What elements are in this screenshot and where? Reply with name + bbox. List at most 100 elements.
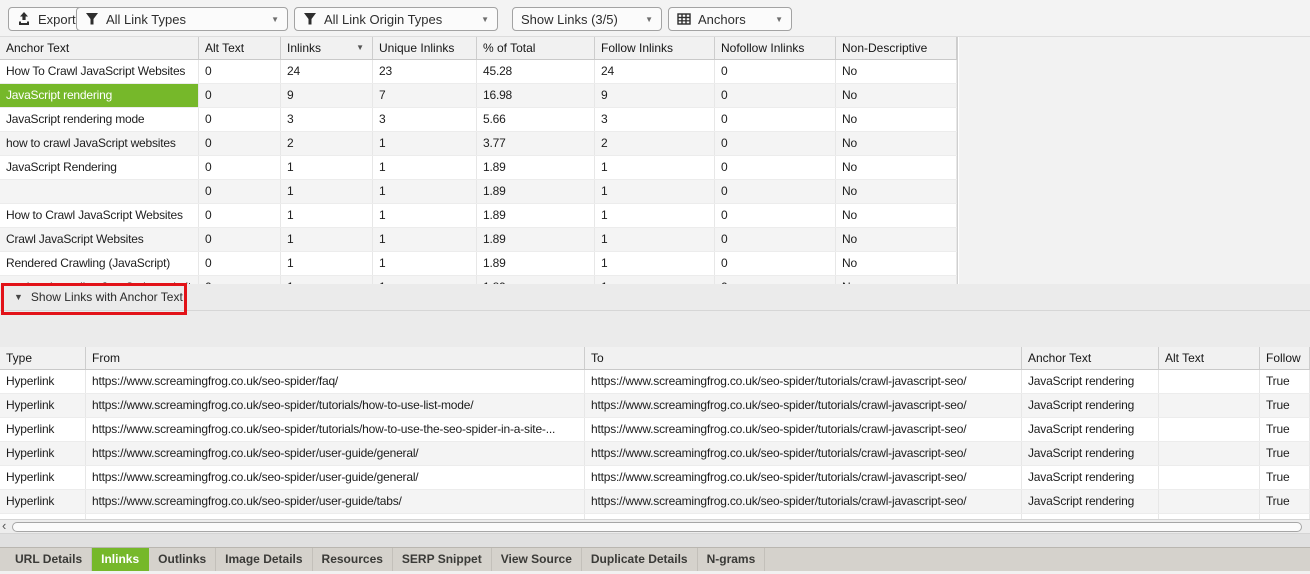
- table-row[interactable]: 0 1 1 1.89 1 0 No: [0, 180, 957, 204]
- column-header-label: % of Total: [483, 41, 536, 55]
- table-row[interactable]: JavaScript Rendering 0 1 1 1.89 1 0 No: [0, 156, 957, 180]
- link-types-value: All Link Types: [106, 11, 186, 27]
- link-origin-types-dropdown[interactable]: All Link Origin Types ▼: [294, 7, 498, 31]
- cell: True: [1260, 466, 1310, 489]
- cell: 3.77: [477, 132, 595, 155]
- cell: 2: [595, 132, 715, 155]
- cell: 1: [373, 132, 477, 155]
- column-header-label: Anchor Text: [1028, 351, 1092, 365]
- cell: No: [836, 180, 957, 203]
- column-header-non-descriptive[interactable]: Non-Descriptive: [836, 37, 957, 59]
- show-links-with-anchor-text-expander[interactable]: ▼ Show Links with Anchor Text: [0, 283, 1310, 315]
- table-row[interactable]: Hyperlinkhttps://www.screamingfrog.co.uk…: [0, 442, 1310, 466]
- cell: https://www.screamingfrog.co.uk/seo-spid…: [86, 394, 585, 417]
- cell: 1: [281, 252, 373, 275]
- table-row[interactable]: Rendered Crawling (JavaScript) 0 1 1 1.89 1 0 N…: [0, 252, 957, 276]
- cell: 1: [373, 228, 477, 251]
- tab-serp-snippet[interactable]: SERP Snippet: [393, 548, 492, 571]
- column-header-inlinks[interactable]: Inlinks ▼: [281, 37, 373, 59]
- cell: 1.89: [477, 156, 595, 179]
- table-row[interactable]: JavaScript rendering 0 9 7 16.98 9 0 No: [0, 84, 957, 108]
- scrollbar-thumb[interactable]: [12, 522, 1302, 532]
- chevron-down-icon: ▼: [271, 14, 279, 24]
- table-row[interactable]: JavaScript rendering mode 0 3 3 5.66 3 0 No: [0, 108, 957, 132]
- tab-image-details[interactable]: Image Details: [216, 548, 313, 571]
- tab-outlinks[interactable]: Outlinks: [149, 548, 217, 571]
- seo-spider-lower-window: Export All Link Types ▼ All Link Origin …: [0, 0, 1310, 574]
- table-row[interactable]: Hyperlinkhttps://www.screamingfrog.co.uk…: [0, 490, 1310, 514]
- cell: 0: [199, 204, 281, 227]
- cell: [0, 180, 199, 203]
- cell: https://www.screamingfrog.co.uk/seo-spid…: [86, 442, 585, 465]
- table-row[interactable]: Crawl JavaScript Websites 0 1 1 1.89 1 0 No: [0, 228, 957, 252]
- toolbar: Export All Link Types ▼ All Link Origin …: [0, 0, 1310, 37]
- cell: JavaScript rendering: [1022, 490, 1159, 513]
- cell: 1: [281, 156, 373, 179]
- column-header-anchor-text[interactable]: Anchor Text: [1022, 347, 1159, 369]
- links-expander-panel: ▼ Show Links with Anchor Text: [0, 283, 1310, 347]
- tab-resources[interactable]: Resources: [313, 548, 393, 571]
- sort-desc-icon: ▼: [356, 43, 364, 52]
- table-row[interactable]: How to Crawl JavaScript Websites 0 1 1 1.89 1…: [0, 204, 957, 228]
- filter-icon: [86, 13, 98, 25]
- cell: True: [1260, 442, 1310, 465]
- export-button[interactable]: Export: [8, 7, 85, 31]
- tab-url-details[interactable]: URL Details: [6, 548, 93, 571]
- column-header-follow-inlinks[interactable]: Follow Inlinks: [595, 37, 715, 59]
- cell: 1: [595, 252, 715, 275]
- cell: [1159, 442, 1260, 465]
- cell: 16.98: [477, 84, 595, 107]
- tab-inlinks[interactable]: Inlinks: [92, 548, 150, 571]
- expander-label: Show Links with Anchor Text: [30, 290, 183, 304]
- chevron-down-icon: ▼: [645, 14, 653, 24]
- cell: [1159, 466, 1260, 489]
- column-header-nofollow-inlinks[interactable]: Nofollow Inlinks: [715, 37, 836, 59]
- column-header-to[interactable]: To: [585, 347, 1022, 369]
- cell: 0: [715, 204, 836, 227]
- cell: 0: [715, 132, 836, 155]
- column-header-anchor-text[interactable]: Anchor Text: [0, 37, 199, 59]
- column-header-follow[interactable]: Follow: [1260, 347, 1310, 369]
- tab-n-grams[interactable]: N-grams: [698, 548, 766, 571]
- cell: 1: [373, 180, 477, 203]
- tab-view-source[interactable]: View Source: [492, 548, 582, 571]
- column-header-from[interactable]: From: [86, 347, 585, 369]
- table-row[interactable]: Hyperlinkhttps://www.screamingfrog.co.uk…: [0, 370, 1310, 394]
- anchors-view-dropdown[interactable]: Anchors ▼: [668, 7, 792, 31]
- cell: 1: [595, 180, 715, 203]
- cell: No: [836, 276, 957, 284]
- horizontal-scrollbar[interactable]: ‹: [0, 518, 1310, 534]
- table-row[interactable]: Hyperlinkhttps://www.screamingfrog.co.uk…: [0, 394, 1310, 418]
- cell: https://www.screamingfrog.co.uk/seo-spid…: [585, 418, 1022, 441]
- show-links-value: Show Links (3/5): [521, 11, 618, 27]
- cell: 3: [373, 108, 477, 131]
- tab-duplicate-details[interactable]: Duplicate Details: [582, 548, 698, 571]
- table-row[interactable]: rendered crawling JavaScript websites011…: [0, 276, 957, 284]
- column-header-unique-inlinks[interactable]: Unique Inlinks: [373, 37, 477, 59]
- column-header-alt-text[interactable]: Alt Text: [199, 37, 281, 59]
- scroll-left-arrow-icon[interactable]: ‹: [2, 518, 6, 533]
- column-header-label: From: [92, 351, 120, 365]
- cell: 45.28: [477, 60, 595, 83]
- table-row[interactable]: Hyperlinkhttps://www.screamingfrog.co.uk…: [0, 418, 1310, 442]
- column-header-type[interactable]: Type: [0, 347, 86, 369]
- link-types-dropdown[interactable]: All Link Types ▼: [76, 7, 288, 31]
- column-header-label: Type: [6, 351, 33, 365]
- column-header-alt-text[interactable]: Alt Text: [1159, 347, 1260, 369]
- cell: https://www.screamingfrog.co.uk/seo-spid…: [86, 466, 585, 489]
- cell: 0: [199, 132, 281, 155]
- cell: 24: [281, 60, 373, 83]
- cell: 1.89: [477, 180, 595, 203]
- link-origin-types-value: All Link Origin Types: [324, 11, 443, 27]
- table-row[interactable]: how to crawl JavaScript websites 0 2 1 3.77 2…: [0, 132, 957, 156]
- table-row[interactable]: Hyperlinkhttps://www.screamingfrog.co.uk…: [0, 466, 1310, 490]
- column-header-label: Alt Text: [1165, 351, 1205, 365]
- column-header-label: Nofollow Inlinks: [721, 41, 805, 55]
- cell: 0: [199, 60, 281, 83]
- show-links-dropdown[interactable]: Show Links (3/5) ▼: [512, 7, 662, 31]
- cell: No: [836, 108, 957, 131]
- cell: [1159, 418, 1260, 441]
- cell: JavaScript rendering: [1022, 466, 1159, 489]
- column-header-of-total[interactable]: % of Total: [477, 37, 595, 59]
- table-row[interactable]: How To Crawl JavaScript Websites 0 24 23 45.…: [0, 60, 957, 84]
